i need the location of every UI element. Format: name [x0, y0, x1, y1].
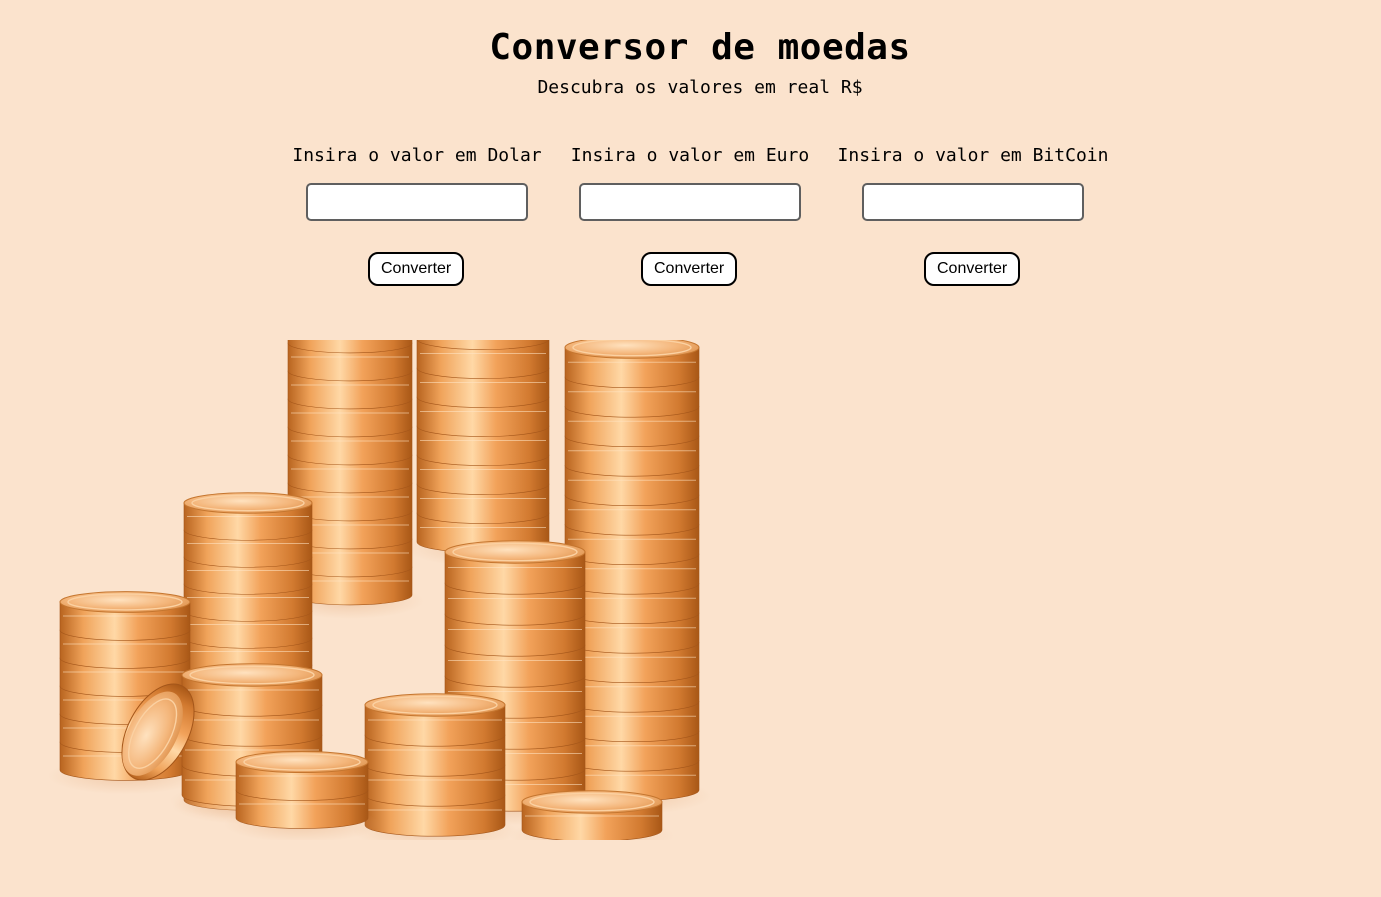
euro-input[interactable]	[579, 183, 801, 221]
euro-converter: Insira o valor em Euro Converter	[569, 144, 811, 286]
bitcoin-input[interactable]	[862, 183, 1084, 221]
dolar-convert-button[interactable]: Converter	[368, 252, 465, 286]
euro-label: Insira o valor em Euro	[570, 145, 810, 166]
gold-coins-image	[48, 340, 711, 840]
bitcoin-label: Insira o valor em BitCoin	[837, 145, 1109, 166]
euro-convert-button[interactable]: Converter	[641, 252, 738, 286]
dolar-converter: Insira o valor em Dolar Converter	[291, 144, 543, 286]
bitcoin-converter: Insira o valor em BitCoin Converter	[836, 144, 1110, 286]
bitcoin-convert-button[interactable]: Converter	[924, 252, 1021, 286]
page-title: Conversor de moedas	[489, 27, 911, 68]
page-subtitle: Descubra os valores em real R$	[537, 77, 863, 98]
dolar-label: Insira o valor em Dolar	[292, 145, 542, 166]
dolar-input[interactable]	[306, 183, 528, 221]
